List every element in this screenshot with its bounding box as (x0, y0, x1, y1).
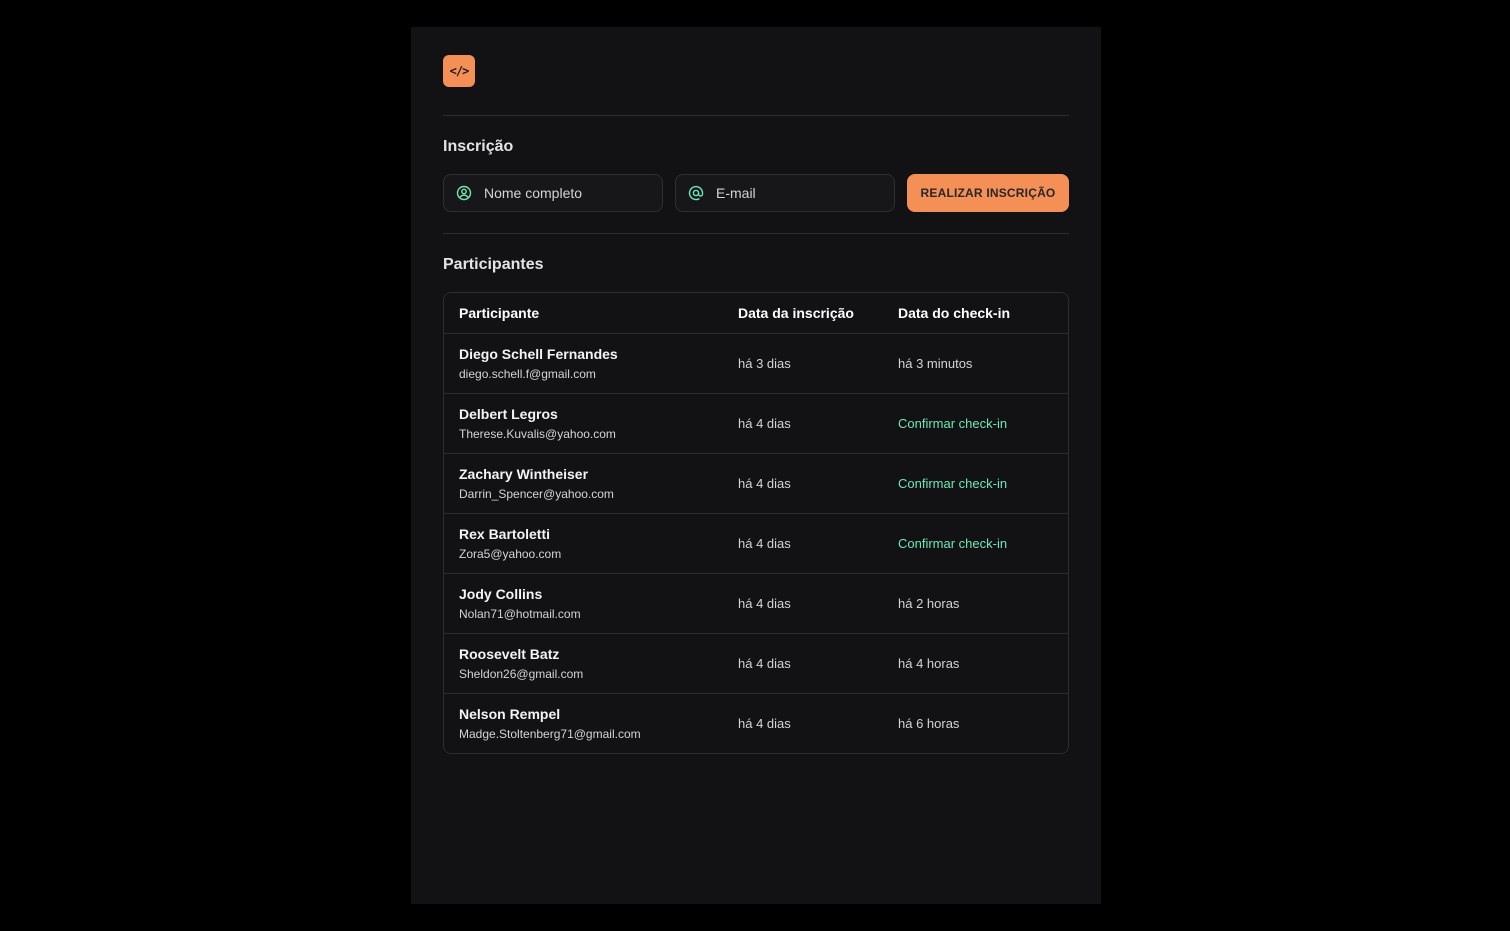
confirm-checkin-link[interactable]: Confirmar check-in (898, 536, 1007, 551)
column-header-participant: Participante (459, 305, 540, 321)
registration-date: há 3 dias (738, 356, 791, 371)
logo: </> (443, 55, 475, 87)
user-circle-icon (456, 185, 472, 201)
registration-date: há 4 dias (738, 416, 791, 431)
name-field[interactable] (443, 174, 663, 212)
participant-email: Madge.Stoltenberg71@gmail.com (459, 727, 641, 741)
registration-date: há 4 dias (738, 536, 791, 551)
participant-cell: Zachary Wintheiser Darrin_Spencer@yahoo.… (444, 466, 738, 501)
participant-email: Zora5@yahoo.com (459, 547, 562, 561)
registration-title: Inscrição (443, 138, 514, 155)
participant-cell: Rex Bartoletti Zora5@yahoo.com (444, 526, 738, 561)
participant-cell: Jody Collins Nolan71@hotmail.com (444, 586, 738, 621)
participants-table: Participante Data da inscrição Data do c… (443, 292, 1069, 754)
participant-email: diego.schell.f@gmail.com (459, 367, 596, 381)
column-header-checkin-date: Data do check-in (898, 305, 1011, 321)
participant-email: Nolan71@hotmail.com (459, 607, 581, 621)
registration-date: há 4 dias (738, 716, 791, 731)
participant-cell: Roosevelt Batz Sheldon26@gmail.com (444, 646, 738, 681)
email-input[interactable] (716, 185, 876, 201)
participants-title: Participantes (443, 256, 544, 273)
participant-name: Roosevelt Batz (459, 646, 560, 662)
submit-registration-button[interactable]: REALIZAR INSCRIÇÃO (907, 174, 1069, 212)
email-field[interactable] (675, 174, 895, 212)
participant-name: Jody Collins (459, 586, 543, 602)
registration-date: há 4 dias (738, 476, 791, 491)
confirm-checkin-link[interactable]: Confirmar check-in (898, 476, 1007, 491)
table-row: Rex Bartoletti Zora5@yahoo.com há 4 dias… (444, 513, 1068, 573)
checkin-date: há 3 minutos (898, 356, 973, 371)
participant-cell: Delbert Legros Therese.Kuvalis@yahoo.com (444, 406, 738, 441)
table-row: Roosevelt Batz Sheldon26@gmail.com há 4 … (444, 633, 1068, 693)
checkin-date: há 4 horas (898, 656, 960, 671)
checkin-date: há 6 horas (898, 716, 960, 731)
participant-email: Darrin_Spencer@yahoo.com (459, 487, 614, 501)
registration-form: REALIZAR INSCRIÇÃO (443, 174, 1069, 212)
table-row: Delbert Legros Therese.Kuvalis@yahoo.com… (444, 393, 1068, 453)
participant-cell: Diego Schell Fernandes diego.schell.f@gm… (444, 346, 738, 381)
table-row: Diego Schell Fernandes diego.schell.f@gm… (444, 333, 1068, 393)
participant-name: Nelson Rempel (459, 706, 561, 722)
table-header: Participante Data da inscrição Data do c… (444, 293, 1068, 333)
table-row: Zachary Wintheiser Darrin_Spencer@yahoo.… (444, 453, 1068, 513)
participant-name: Diego Schell Fernandes (459, 346, 618, 362)
registration-date: há 4 dias (738, 656, 791, 671)
divider (443, 233, 1069, 234)
column-header-registration-date: Data da inscrição (738, 305, 854, 321)
participant-cell: Nelson Rempel Madge.Stoltenberg71@gmail.… (444, 706, 738, 741)
at-sign-icon (688, 185, 704, 201)
checkin-date: há 2 horas (898, 596, 960, 611)
participant-email: Therese.Kuvalis@yahoo.com (459, 427, 616, 441)
app-panel: </> Inscrição REALIZAR INSCRIÇÃO (411, 27, 1101, 904)
registration-date: há 4 dias (738, 596, 791, 611)
name-input[interactable] (484, 185, 644, 201)
table-row: Jody Collins Nolan71@hotmail.com há 4 di… (444, 573, 1068, 633)
participant-email: Sheldon26@gmail.com (459, 667, 584, 681)
confirm-checkin-link[interactable]: Confirmar check-in (898, 416, 1007, 431)
participant-name: Zachary Wintheiser (459, 466, 589, 482)
participant-name: Delbert Legros (459, 406, 558, 422)
participant-name: Rex Bartoletti (459, 526, 551, 542)
table-row: Nelson Rempel Madge.Stoltenberg71@gmail.… (444, 693, 1068, 753)
divider (443, 115, 1069, 116)
